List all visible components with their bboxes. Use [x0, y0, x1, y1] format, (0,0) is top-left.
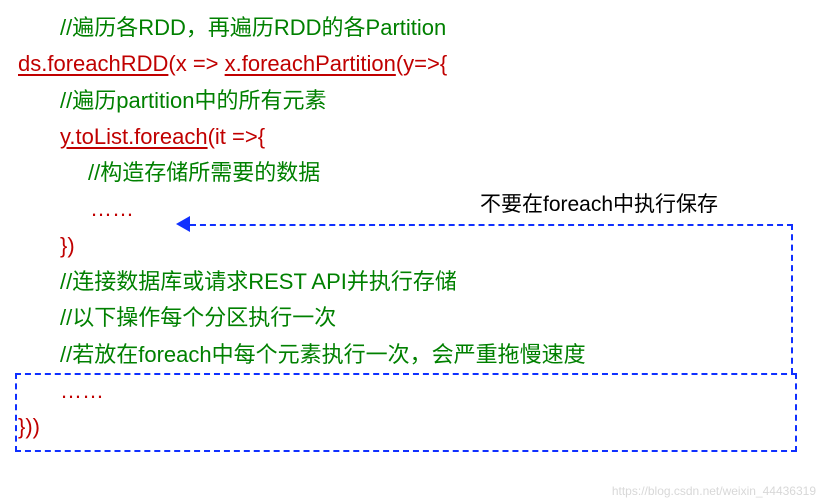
code-seg: })): [18, 414, 40, 439]
comment-text: //以下操作每个分区执行一次: [60, 305, 336, 330]
code-ellipsis: ……: [90, 196, 134, 221]
code-line-05: //构造存储所需要的数据: [18, 155, 804, 191]
code-line-09: //以下操作每个分区执行一次: [18, 300, 804, 336]
code-seg: ds.foreachRDD: [18, 51, 168, 76]
code-line-08: //连接数据库或请求REST API并执行存储: [18, 264, 804, 300]
comment-text: //遍历各RDD，再遍历RDD的各Partition: [18, 15, 446, 40]
code-line-07: }): [18, 228, 804, 264]
comment-text: //构造存储所需要的数据: [88, 160, 320, 185]
watermark-text: https://blog.csdn.net/weixin_44436319: [612, 482, 816, 502]
code-line-06: ……: [18, 191, 804, 227]
code-seg: }): [60, 233, 75, 258]
code-seg: x.foreachPartition: [225, 51, 396, 76]
code-line-02: ds.foreachRDD(x => x.foreachPartition(y=…: [18, 46, 804, 82]
code-ellipsis: ……: [60, 378, 104, 403]
code-line-12: })): [18, 409, 804, 445]
code-line-11: ……: [18, 373, 804, 409]
code-seg: (it =>{: [208, 124, 265, 149]
code-line-04: y.toList.foreach(it =>{: [18, 119, 804, 155]
code-seg: (x =>: [168, 51, 224, 76]
code-line-10: //若放在foreach中每个元素执行一次，会严重拖慢速度: [18, 337, 804, 373]
comment-text: //遍历partition中的所有元素: [60, 88, 327, 113]
code-seg: (y=>{: [396, 51, 447, 76]
comment-text: //连接数据库或请求REST API并执行存储: [60, 269, 457, 294]
code-line-01: //遍历各RDD，再遍历RDD的各Partition: [18, 10, 804, 46]
comment-text: //若放在foreach中每个元素执行一次，会严重拖慢速度: [60, 342, 586, 367]
code-line-03: //遍历partition中的所有元素: [18, 83, 804, 119]
code-seg: y.toList.foreach: [60, 124, 208, 149]
